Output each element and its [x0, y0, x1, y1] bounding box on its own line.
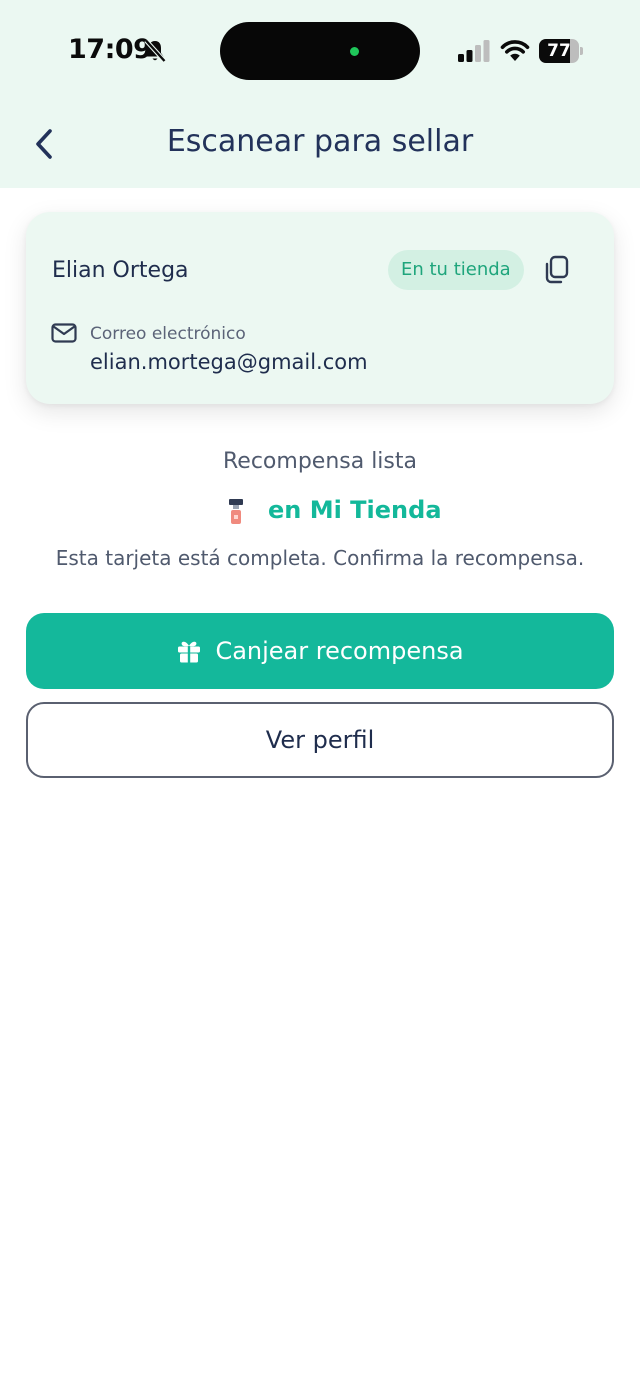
back-button[interactable]: [24, 122, 64, 166]
copy-button[interactable]: [542, 254, 572, 286]
battery-icon: 77: [539, 39, 583, 63]
email-label: Correo electrónico: [90, 324, 246, 344]
email-value: elian.mortega@gmail.com: [90, 350, 368, 374]
redeem-button-label: Canjear recompensa: [215, 637, 464, 665]
page-title: Escanear para sellar: [166, 124, 474, 159]
cellular-signal-icon: [458, 40, 490, 62]
reward-store-row: en Mi Tienda: [222, 496, 482, 528]
gift-icon: [178, 641, 201, 663]
status-time: 17:09: [68, 34, 152, 65]
envelope-icon: [51, 323, 77, 343]
customer-name: Elian Ortega: [52, 258, 189, 283]
customer-card: Elian Ortega En tu tienda Correo electró…: [26, 212, 614, 404]
view-profile-label: Ver perfil: [265, 726, 375, 754]
reward-store-name: en Mi Tienda: [268, 496, 442, 524]
redeem-reward-button[interactable]: Canjear recompensa: [26, 613, 614, 689]
reward-status: Recompensa lista: [223, 449, 417, 474]
view-profile-button[interactable]: Ver perfil: [26, 702, 614, 778]
wifi-icon: [500, 40, 530, 61]
dynamic-island: [220, 22, 420, 80]
bell-muted-icon: [144, 38, 167, 63]
reward-description: Esta tarjeta está completa. Confirma la …: [55, 546, 585, 570]
chevron-left-icon: [36, 129, 52, 159]
copy-icon: [545, 255, 569, 284]
battery-level: 77: [547, 41, 571, 61]
camera-indicator: [350, 47, 359, 56]
status-badge: En tu tienda: [388, 250, 524, 290]
perfume-bottle-icon: [229, 499, 243, 524]
